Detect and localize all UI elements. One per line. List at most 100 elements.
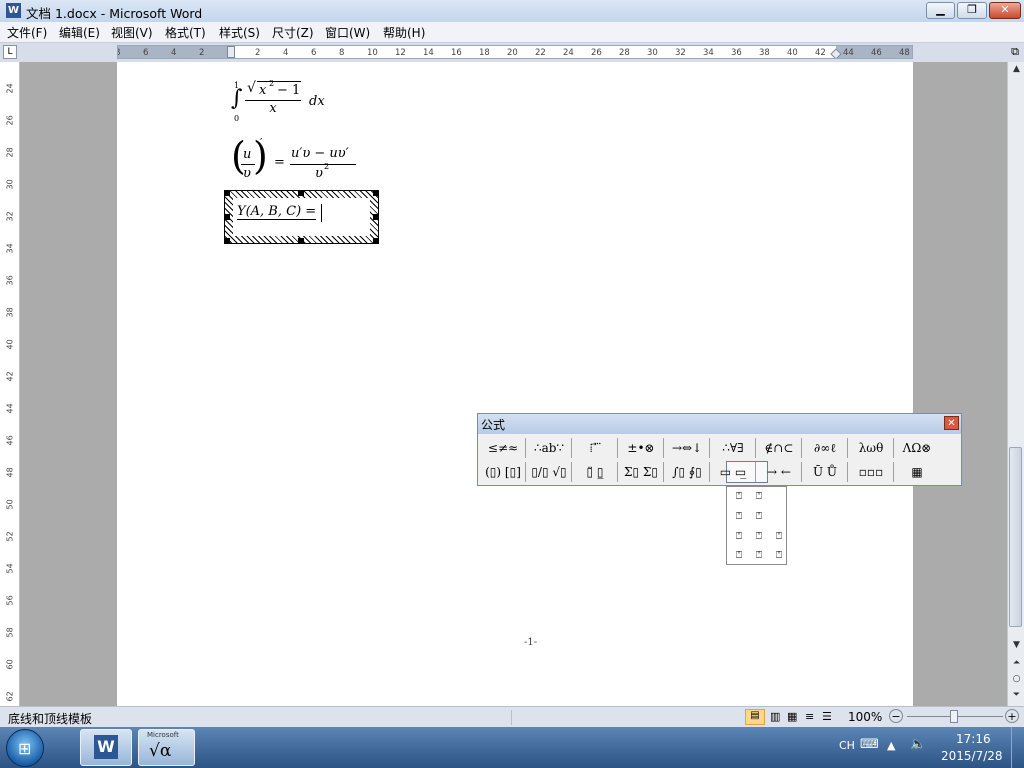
template-item[interactable]: ⍞: [753, 511, 765, 523]
menu-edit[interactable]: 编辑(E): [59, 24, 100, 41]
zoom-out-button[interactable]: −: [889, 709, 903, 723]
close-button[interactable]: ✕: [989, 2, 1021, 19]
function-expression[interactable]: Y(A, B, C) =: [237, 204, 317, 220]
indent-marker[interactable]: [227, 46, 235, 58]
clock-date[interactable]: 2015/7/28: [941, 749, 1003, 763]
browse-object-icon[interactable]: ○: [1009, 672, 1024, 687]
resize-handle[interactable]: [224, 238, 230, 244]
row1-palette-button[interactable]: →⇔↓: [665, 438, 709, 458]
resize-handle[interactable]: [224, 214, 230, 220]
resize-handle[interactable]: [298, 238, 304, 244]
ime-indicator[interactable]: CH: [839, 739, 855, 752]
equation-toolbar-header[interactable]: 公式 ✕: [478, 414, 961, 434]
vertical-ruler-tick-label: 30: [5, 179, 15, 190]
quotient-rule-equation[interactable]: ( u υ ) ′ = u′υ − uυ′ υ 2: [231, 134, 361, 186]
start-button[interactable]: ⊞: [6, 729, 44, 767]
row1-palette-button[interactable]: ∴∀∃: [711, 438, 755, 458]
taskbar-word-app[interactable]: W: [80, 729, 132, 766]
integral-sign: ∫: [231, 86, 243, 111]
toolbar-separator: [801, 462, 802, 482]
reading-view-icon[interactable]: ▥: [770, 710, 780, 723]
row2-palette-button[interactable]: Σ▯ Σ▯: [619, 462, 663, 482]
template-item[interactable]: ⍞: [733, 511, 745, 523]
row2-palette-button[interactable]: ▯̈ ▯̲: [573, 462, 617, 482]
zoom-in-button[interactable]: +: [1005, 709, 1019, 723]
template-item[interactable]: ⍞: [773, 531, 785, 543]
template-item[interactable]: ⍞: [773, 550, 785, 562]
template-item[interactable]: ⍞: [733, 491, 745, 503]
scrollbar-thumb[interactable]: [1009, 447, 1022, 627]
toolbar-separator: [571, 462, 572, 482]
scroll-up-icon[interactable]: ▲: [1009, 62, 1024, 77]
ruler-tick-label: 26: [591, 48, 602, 58]
show-hidden-icons-icon[interactable]: ▲: [887, 739, 895, 752]
ruler-tick-label: 22: [535, 48, 546, 58]
row2-palette-button[interactable]: ▯/▯ √▯: [527, 462, 571, 482]
ruler-tick-label: 4: [171, 48, 177, 58]
draft-view-icon[interactable]: ☰: [822, 710, 832, 723]
equation-toolbar-close-icon[interactable]: ✕: [944, 416, 959, 430]
row2-palette-button[interactable]: (▯) [▯]: [481, 462, 525, 482]
document-page[interactable]: 1 ∫ 0 √ x 2 − 1 x dx ( u υ ) ′ = u′υ − u…: [117, 62, 913, 706]
print-layout-icon[interactable]: ▤: [745, 709, 765, 725]
equation-edit-frame[interactable]: Y(A, B, C) =: [224, 190, 379, 244]
menu-window[interactable]: 窗口(W): [325, 24, 370, 41]
row2-palette-button[interactable]: → ←: [757, 462, 801, 482]
template-item[interactable]: ⍞: [753, 491, 765, 503]
restore-button[interactable]: ❐: [957, 2, 987, 19]
tab-stop-selector[interactable]: L: [3, 45, 17, 59]
row1-palette-button[interactable]: ∂∞ℓ: [803, 438, 847, 458]
row2-palette-button[interactable]: ▭ ▭̲: [711, 462, 755, 482]
horizontal-ruler[interactable]: 8642246810121416182022242628303234363840…: [117, 45, 913, 59]
row2-palette-button[interactable]: Ū Ů: [803, 462, 847, 482]
menu-format[interactable]: 格式(T): [165, 24, 206, 41]
zoom-slider-thumb[interactable]: [950, 710, 958, 723]
show-desktop-button[interactable]: [1011, 727, 1024, 768]
scroll-down-icon[interactable]: ▼: [1009, 638, 1024, 653]
word-app-icon[interactable]: W: [6, 3, 21, 18]
keyboard-icon[interactable]: ⌨: [860, 737, 879, 752]
row2-palette-button[interactable]: ▦: [895, 462, 939, 482]
row1-palette-button[interactable]: ∉∩⊂: [757, 438, 801, 458]
row1-palette-button[interactable]: ≤≠≈: [481, 438, 525, 458]
row1-palette-button[interactable]: ΛΩ⊗: [895, 438, 939, 458]
menu-file[interactable]: 文件(F): [7, 24, 47, 41]
resize-handle[interactable]: [373, 214, 379, 220]
zoom-level[interactable]: 100%: [848, 710, 882, 724]
u-numerator: u: [243, 147, 252, 162]
template-item[interactable]: ⍞: [733, 550, 745, 562]
vertical-ruler-tick-label: 26: [5, 115, 15, 126]
volume-icon[interactable]: 🔈: [910, 737, 926, 752]
clock-time[interactable]: 17:16: [956, 732, 991, 746]
equation-edit-area[interactable]: Y(A, B, C) =: [233, 198, 370, 236]
row1-palette-button[interactable]: ∴ab∵: [527, 438, 571, 458]
outline-view-icon[interactable]: ≡: [805, 710, 814, 723]
next-page-icon[interactable]: ⏷: [1009, 688, 1024, 703]
status-bar: 底线和顶线模板 ▤ ▥ ▦ ≡ ☰ 100% − +: [0, 706, 1024, 728]
vertical-ruler-tick-label: 58: [5, 627, 15, 638]
minimize-button[interactable]: ▁: [926, 2, 955, 19]
template-item[interactable]: ⍞: [753, 531, 765, 543]
row1-palette-button[interactable]: ±•⊗: [619, 438, 663, 458]
web-layout-icon[interactable]: ▦: [787, 710, 797, 723]
taskbar-equation-app[interactable]: Microsoft √α: [138, 729, 195, 766]
menu-help[interactable]: 帮助(H): [383, 24, 425, 41]
derivative-prime: ′: [260, 136, 263, 149]
row1-palette-button[interactable]: ⁞ ⃗ ⃛: [573, 438, 617, 458]
vertical-ruler[interactable]: 24 26 28 30 32 34 36 38 40 42 44 46 48 50 52 54 56 58 60 62: [0, 62, 20, 706]
resize-handle[interactable]: [373, 190, 379, 196]
menu-style[interactable]: 样式(S): [219, 24, 260, 41]
row2-palette-button[interactable]: ∫▯ ∮▯: [665, 462, 709, 482]
resize-handle[interactable]: [224, 190, 230, 196]
template-item[interactable]: ⍞: [753, 550, 765, 562]
menu-size[interactable]: 尺寸(Z): [272, 24, 314, 41]
prev-page-icon[interactable]: ⏶: [1009, 656, 1024, 671]
row2-palette-button[interactable]: ▫▫▫: [849, 462, 893, 482]
resize-handle[interactable]: [373, 238, 379, 244]
ruler-tick-label: 46: [871, 48, 882, 58]
resize-handle[interactable]: [298, 190, 304, 196]
row1-palette-button[interactable]: λωθ: [849, 438, 893, 458]
menu-view[interactable]: 视图(V): [111, 24, 153, 41]
view-ruler-icon[interactable]: ⧉: [1007, 45, 1023, 60]
template-item[interactable]: ⍞: [733, 531, 745, 543]
